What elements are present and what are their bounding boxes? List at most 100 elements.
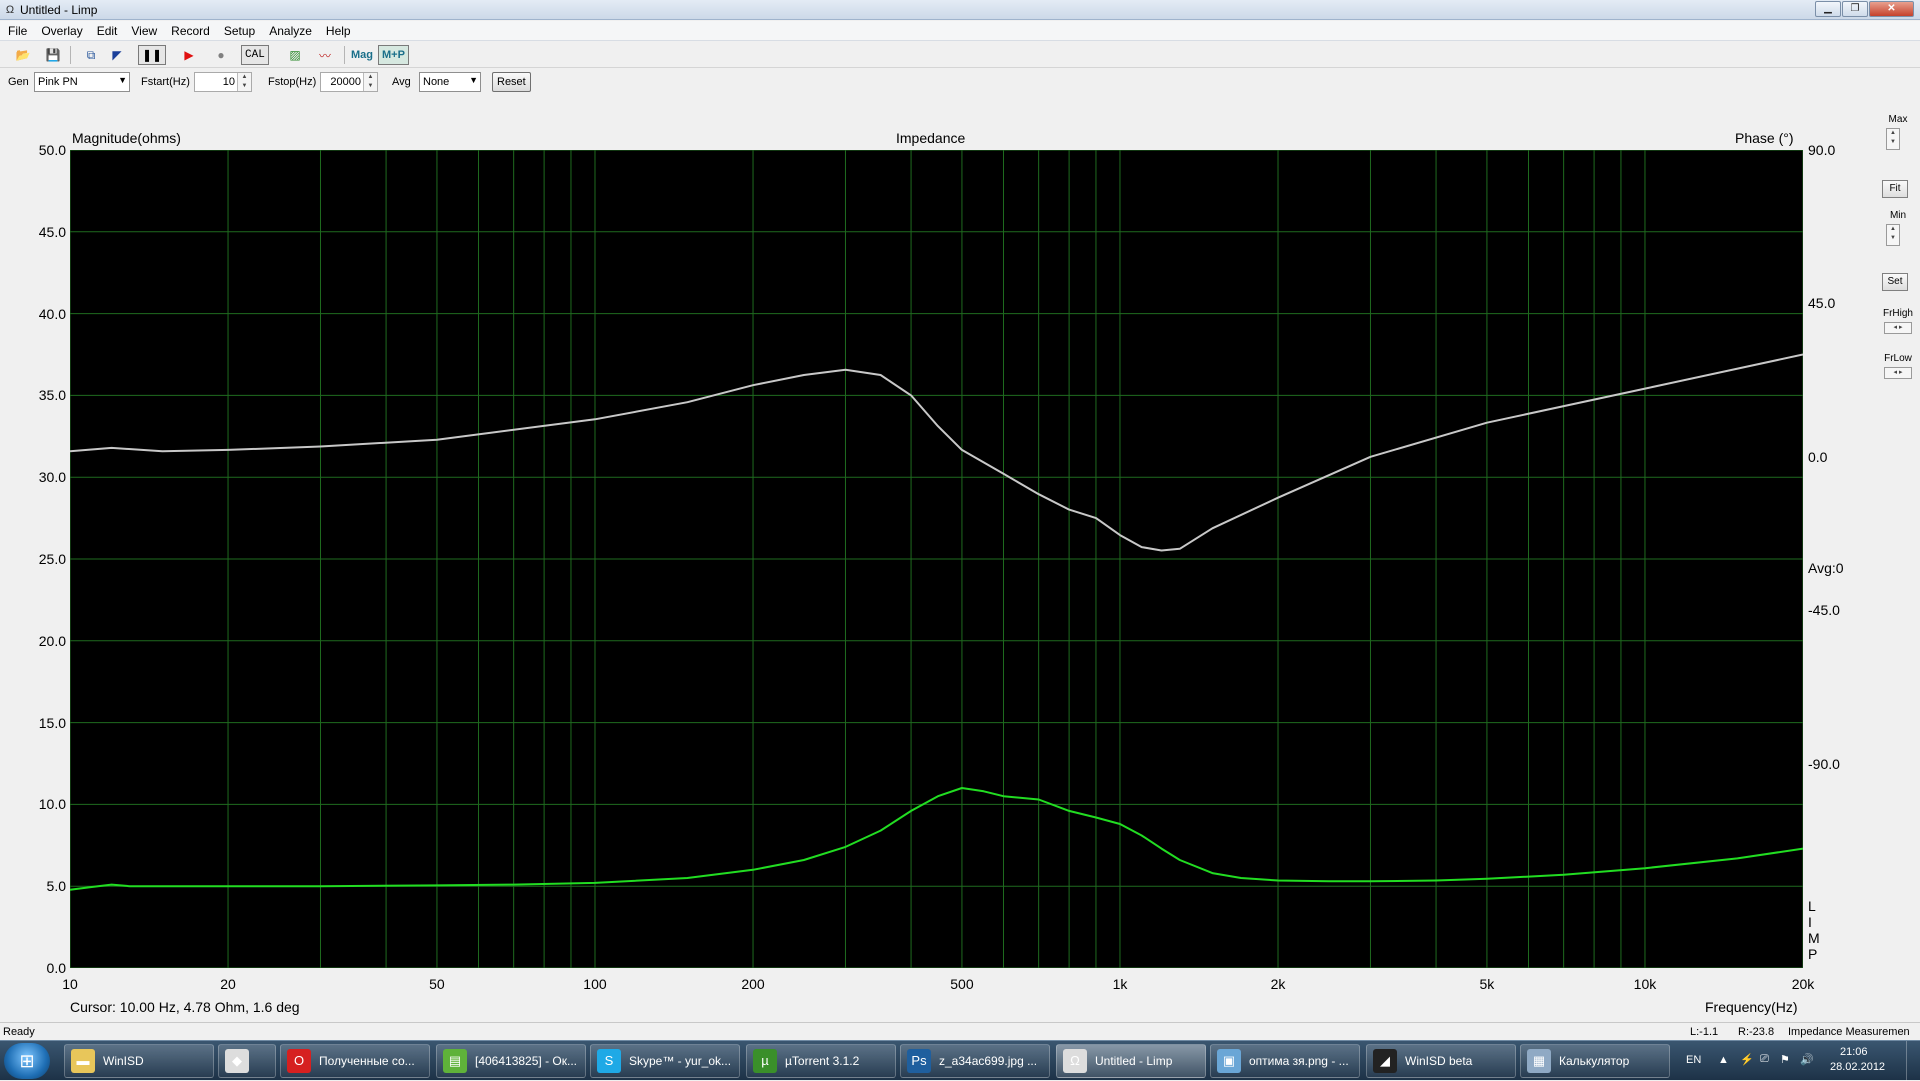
- pointer-icon[interactable]: ◤: [106, 45, 128, 65]
- min-label: Min: [1889, 210, 1907, 221]
- menu-edit[interactable]: Edit: [89, 21, 124, 38]
- pause-icon[interactable]: ❚❚: [138, 45, 166, 65]
- maximize-button[interactable]: ❐: [1842, 1, 1868, 17]
- y2-tick-label: 0.0: [1808, 448, 1828, 465]
- clock-time[interactable]: 21:06: [1840, 1046, 1868, 1058]
- frhigh-stepper[interactable]: ◂ ▸: [1884, 322, 1912, 334]
- menu-analyze[interactable]: Analyze: [261, 21, 318, 38]
- fstop-value: 20000: [330, 76, 361, 88]
- y2-tick-label: -90.0: [1808, 755, 1840, 772]
- taskbar: ⊞ ▬ WinISD ◆ O Полученные со... ▤ [406413825] …: [0, 1040, 1920, 1081]
- mp-button[interactable]: M+P: [378, 45, 409, 65]
- min-stepper[interactable]: ▲ ▼: [1886, 224, 1900, 246]
- play-icon[interactable]: ▶: [178, 45, 200, 65]
- menu-file[interactable]: File: [0, 21, 33, 38]
- limp-vertical-label: L I M P: [1808, 898, 1822, 962]
- fstart-value: 10: [222, 76, 235, 88]
- wave-red-icon[interactable]: 〰: [314, 45, 336, 65]
- x-tick-label: 50: [429, 976, 445, 992]
- taskbar-item[interactable]: ▦ Калькулятор: [1520, 1044, 1670, 1078]
- taskbar-item[interactable]: Ω Untitled - Limp: [1056, 1044, 1206, 1078]
- tray-flag-icon[interactable]: ⚑: [1780, 1053, 1790, 1066]
- clock-date[interactable]: 28.02.2012: [1830, 1061, 1885, 1073]
- chevron-down-icon: ▼: [469, 75, 478, 85]
- start-button[interactable]: ⊞: [4, 1043, 50, 1079]
- avg-label: Avg: [392, 76, 411, 88]
- taskbar-item[interactable]: Ps z_a34ac699.jpg ...: [900, 1044, 1050, 1078]
- taskbar-item-label: Полученные со...: [319, 1054, 415, 1068]
- tray-arrow-icon[interactable]: ▲: [1718, 1054, 1729, 1066]
- taskbar-item[interactable]: ▬ WinISD: [64, 1044, 214, 1078]
- phase-series-line: [69, 353, 1804, 552]
- taskbar-item[interactable]: µ µTorrent 3.1.2: [746, 1044, 896, 1078]
- y2-tick-label: 45.0: [1808, 295, 1836, 312]
- mag-button[interactable]: Mag: [348, 45, 376, 65]
- menu-view[interactable]: View: [123, 21, 163, 38]
- stepper-arrows-icon[interactable]: ▲ ▼: [237, 73, 251, 91]
- hatch-green-icon[interactable]: ▨: [284, 45, 306, 65]
- language-indicator[interactable]: EN: [1686, 1054, 1701, 1066]
- window-title: Untitled - Limp: [20, 3, 98, 17]
- avg-select[interactable]: None ▼: [419, 72, 481, 92]
- toolbar-separator: [344, 46, 345, 64]
- impedance-chart[interactable]: [69, 149, 1804, 969]
- folder-icon: ▬: [71, 1049, 95, 1073]
- y-tick-label: 10.0: [38, 796, 66, 813]
- chart-canvas: [69, 149, 1804, 969]
- tray-monitor-icon[interactable]: ⎚: [1760, 1053, 1769, 1066]
- show-desktop-button[interactable]: [1906, 1041, 1920, 1081]
- menu-overlay[interactable]: Overlay: [33, 21, 88, 38]
- record-icon[interactable]: ●: [210, 45, 232, 65]
- x-tick-label: 1k: [1112, 976, 1128, 992]
- reset-button[interactable]: Reset: [492, 72, 531, 92]
- chevron-down-icon: ▼: [118, 75, 127, 85]
- minimize-button[interactable]: ▁: [1815, 1, 1841, 17]
- system-tray: EN ▲ ⚡ ⎚ ⚑ 🔊 21:06 28.02.2012: [1670, 1041, 1920, 1081]
- cal-button[interactable]: CAL: [241, 45, 269, 65]
- menu-setup[interactable]: Setup: [216, 21, 261, 38]
- x-tick-label: 100: [583, 976, 607, 992]
- frlow-stepper[interactable]: ◂ ▸: [1884, 367, 1912, 379]
- status-text: Ready: [3, 1026, 35, 1038]
- y-tick-label: 25.0: [38, 551, 66, 567]
- fstop-stepper[interactable]: 20000 ▲ ▼: [320, 72, 378, 92]
- x-axis-title: Frequency(Hz): [1705, 999, 1798, 1015]
- chat-icon: ▤: [443, 1049, 467, 1073]
- taskbar-item[interactable]: ▣ оптима зя.png - ...: [1210, 1044, 1360, 1078]
- taskbar-item-label: Калькулятор: [1559, 1054, 1630, 1068]
- taskbar-item[interactable]: O Полученные со...: [280, 1044, 430, 1078]
- gen-label: Gen: [8, 76, 29, 88]
- avg-select-value: None: [423, 76, 450, 88]
- taskbar-item[interactable]: S Skype™ - yur_ok...: [590, 1044, 740, 1078]
- taskbar-item-label: [406413825] - Ок...: [475, 1054, 577, 1068]
- max-stepper[interactable]: ▲ ▼: [1886, 128, 1900, 150]
- fstart-stepper[interactable]: 10 ▲ ▼: [194, 72, 252, 92]
- limp-letter: P: [1808, 946, 1818, 962]
- y-tick-label: 20.0: [38, 632, 66, 649]
- set-button[interactable]: Set: [1882, 273, 1908, 291]
- status-mode: Impedance Measuremen: [1788, 1026, 1910, 1038]
- app-icon: Ω: [5, 4, 15, 16]
- toolbar: 📂 💾 ⧉ ◤ ❚❚ ▶ ● CAL ▨ 〰 Mag M+P: [0, 42, 1920, 68]
- copy-icon[interactable]: ⧉: [80, 45, 102, 65]
- tray-network-icon[interactable]: ⚡: [1740, 1053, 1754, 1066]
- skype-icon: S: [597, 1049, 621, 1073]
- taskbar-item-label: WinISD: [103, 1054, 144, 1068]
- y-tick-label: 30.0: [38, 469, 66, 486]
- menu-help[interactable]: Help: [318, 21, 357, 38]
- taskbar-item[interactable]: ◆: [218, 1044, 276, 1078]
- max-label: Max: [1888, 114, 1908, 125]
- menu-record[interactable]: Record: [163, 21, 216, 38]
- stepper-arrows-icon[interactable]: ▲ ▼: [363, 73, 377, 91]
- fstart-label: Fstart(Hz): [141, 76, 190, 88]
- gen-select[interactable]: Pink PN ▼: [34, 72, 130, 92]
- close-button[interactable]: ✕: [1869, 1, 1914, 17]
- taskbar-item[interactable]: ▤ [406413825] - Ок...: [436, 1044, 586, 1078]
- photoshop-icon: Ps: [907, 1049, 931, 1073]
- taskbar-item[interactable]: ◢ WinISD beta: [1366, 1044, 1516, 1078]
- tray-volume-icon[interactable]: 🔊: [1800, 1053, 1814, 1066]
- x-tick-label: 10k: [1633, 976, 1657, 992]
- fit-button[interactable]: Fit: [1882, 180, 1908, 198]
- save-disk-icon[interactable]: 💾: [42, 45, 64, 65]
- open-folder-icon[interactable]: 📂: [12, 45, 34, 65]
